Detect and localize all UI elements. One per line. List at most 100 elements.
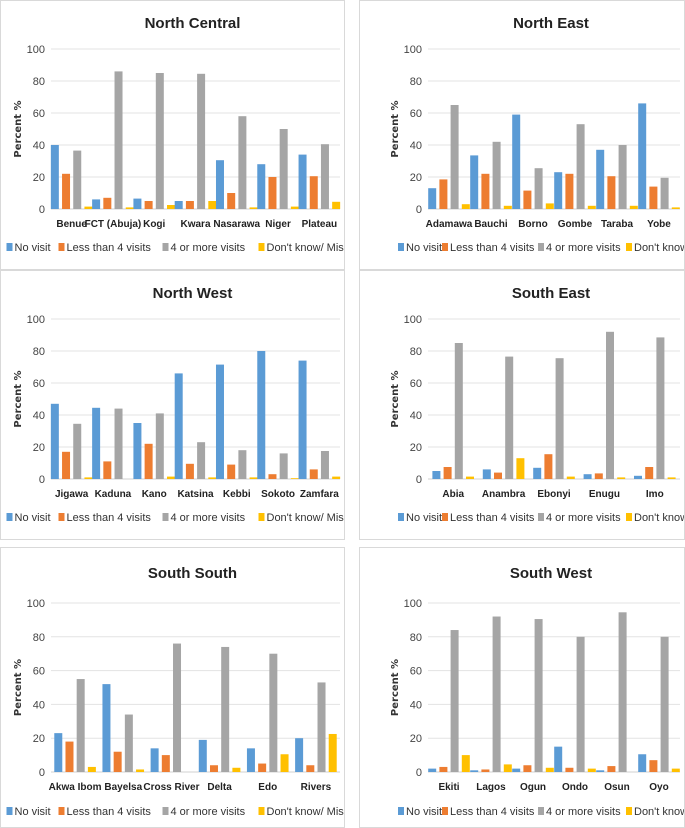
bar-less-than-4-visits-kogi — [144, 201, 153, 209]
legend-swatch — [162, 513, 169, 521]
legend: No visit Less than 4 visits 4 or more visi… — [398, 806, 684, 818]
bar-less-than-4-visits-anambra — [494, 472, 502, 479]
legend-swatch — [162, 243, 169, 251]
bar-don-t-know-missing-imo — [667, 477, 676, 479]
x-tick-label: Anambra — [482, 489, 526, 500]
x-tick-label: Cross River — [143, 782, 199, 793]
chart-panel-south-west: South West 0 20 40 60 80 100 Percent % Ekiti Lago… — [359, 547, 685, 828]
bar-no-visit-kaduna — [92, 407, 101, 479]
y-tick-label: 100 — [27, 44, 45, 56]
x-tick-label: Imo — [646, 489, 664, 500]
bar-4-or-more-visits-taraba — [618, 145, 627, 209]
legend-item-don-t-know-missing: Don't know/ Missing — [626, 806, 684, 818]
bar-don-t-know-missing-plateau — [332, 201, 341, 209]
bar-no-visit-kano — [133, 423, 142, 479]
y-tick-label: 20 — [33, 733, 45, 745]
x-tick-label: Rivers — [301, 782, 332, 793]
bar-no-visit-plateau — [298, 154, 307, 209]
bar-no-visit-ogun — [512, 768, 521, 772]
bar-4-or-more-visits-zamfara — [320, 451, 329, 479]
legend-label: Don't know/ Missing — [634, 512, 684, 524]
bar-don-t-know-missing-kwara — [208, 201, 217, 209]
y-tick-label: 100 — [404, 314, 422, 326]
bar-no-visit-edo — [246, 748, 255, 772]
legend-label: No visit — [15, 512, 51, 524]
bar-less-than-4-visits-rivers — [306, 765, 315, 772]
legend: No visit Less than 4 visits 4 or more visi… — [6, 512, 344, 524]
legend-label: Less than 4 visits — [450, 512, 535, 524]
legend-swatch — [442, 513, 448, 521]
bar-4-or-more-visits-rivers — [317, 682, 326, 772]
bar-don-t-know-missing-taraba — [629, 205, 638, 209]
bar-less-than-4-visits-sokoto — [268, 474, 277, 479]
legend-label: 4 or more visits — [546, 806, 621, 818]
legend-item-4-or-more-visits: 4 or more visits — [538, 806, 621, 818]
x-tick-label: Ondo — [562, 782, 588, 793]
x-tick-label: Borno — [518, 219, 547, 230]
bar-no-visit-borno — [512, 114, 521, 209]
bar-no-visit-bayelsa — [102, 684, 111, 772]
chart-title: North Central — [145, 15, 241, 32]
x-tick-label: Plateau — [302, 219, 338, 230]
y-tick-label: 40 — [410, 140, 422, 152]
legend-label: 4 or more visits — [546, 512, 621, 524]
y-tick-label: 40 — [33, 699, 45, 711]
bar-less-than-4-visits-plateau — [309, 176, 318, 209]
bar-don-t-know-missing-abia — [466, 476, 474, 479]
legend-item-less-than-4-visits: Less than 4 visits — [58, 806, 151, 818]
chart-title: South West — [510, 565, 592, 582]
legend-swatch — [538, 243, 544, 251]
chart-panel-north-central: North Central 0 20 40 60 80 100 Percent % Benue F… — [0, 0, 345, 270]
bar-no-visit-nasarawa — [215, 160, 224, 209]
bar-no-visit-taraba — [596, 149, 605, 209]
bar-4-or-more-visits-lagos — [492, 616, 501, 772]
legend-item-less-than-4-visits: Less than 4 visits — [442, 242, 535, 254]
bar-don-t-know-missing-ondo — [587, 768, 596, 772]
bar-4-or-more-visits-gombe — [576, 124, 585, 209]
x-tick-label: Katsina — [177, 489, 214, 500]
bar-don-t-know-missing-ogun — [545, 767, 554, 772]
chart-title: North East — [513, 15, 589, 32]
bar-no-visit-osun — [596, 770, 605, 772]
x-tick-label: Abia — [442, 489, 464, 500]
bar-no-visit-ondo — [554, 746, 563, 772]
legend-swatch — [626, 807, 632, 815]
x-tick-label: Enugu — [589, 489, 620, 500]
bar-4-or-more-visits-kebbi — [238, 450, 247, 479]
bar-don-t-know-missing-fct-abuja — [125, 207, 134, 209]
legend-item-don-t-know-missing: Don't know/ Missing — [626, 512, 684, 524]
bar-less-than-4-visits-nasarawa — [227, 193, 236, 209]
legend: No visit Less than 4 visits 4 or more visi… — [6, 806, 345, 818]
legend-item-no-visit: No visit — [6, 806, 51, 818]
bar-less-than-4-visits-imo — [645, 467, 654, 479]
legend-swatch — [398, 243, 404, 251]
x-tick-label: Taraba — [601, 219, 633, 230]
legend-label: No visit — [15, 242, 51, 254]
bar-less-than-4-visits-kaduna — [103, 461, 112, 479]
bar-4-or-more-visits-sokoto — [279, 453, 288, 479]
legend-label: 4 or more visits — [171, 512, 246, 524]
legend-label: Don't know/ Missing — [267, 806, 345, 818]
bar-no-visit-sokoto — [257, 351, 266, 479]
bar-don-t-know-missing-edo — [280, 754, 289, 772]
bar-no-visit-zamfara — [298, 360, 307, 479]
bar-4-or-more-visits-kwara — [197, 73, 206, 209]
legend-label: 4 or more visits — [171, 242, 246, 254]
legend-item-don-t-know-missing: Don't know/ Missing — [626, 242, 684, 254]
bar-no-visit-jigawa — [50, 403, 59, 479]
legend-swatch — [162, 807, 169, 815]
x-tick-label: Yobe — [647, 219, 671, 230]
y-tick-label: 80 — [410, 632, 422, 644]
x-tick-label: Kano — [142, 489, 167, 500]
chart-svg: North West 0 20 40 60 80 100 Percent % Jigawa Kad… — [6, 285, 344, 524]
legend-item-4-or-more-visits: 4 or more visits — [162, 242, 246, 254]
bar-less-than-4-visits-jigawa — [62, 451, 71, 479]
chart-title: South South — [148, 565, 237, 582]
x-tick-label: Delta — [207, 782, 232, 793]
legend-swatch — [626, 243, 632, 251]
y-tick-label: 20 — [33, 172, 45, 184]
x-tick-label: Gombe — [558, 219, 593, 230]
bar-no-visit-anambra — [482, 469, 491, 479]
bar-4-or-more-visits-oyo — [660, 636, 669, 772]
bar-no-visit-kwara — [174, 201, 183, 209]
